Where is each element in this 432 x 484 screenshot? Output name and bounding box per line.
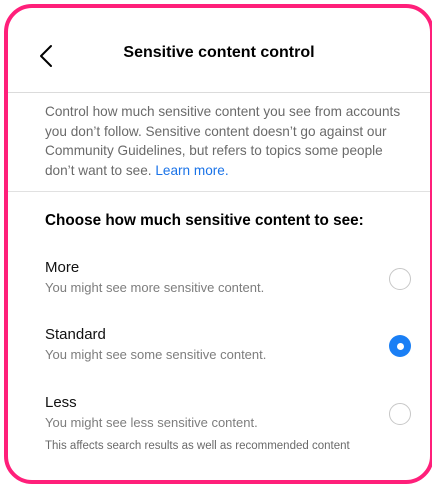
- option-label: Standard: [45, 326, 106, 343]
- radio-more[interactable]: [389, 268, 411, 290]
- learn-more-link[interactable]: Learn more.: [155, 163, 228, 178]
- option-more[interactable]: More You might see more sensitive conten…: [8, 259, 430, 311]
- radio-standard[interactable]: [389, 335, 411, 357]
- header: Sensitive content control: [8, 8, 430, 93]
- option-sublabel: You might see more sensitive content.: [45, 280, 265, 295]
- option-label: Less: [45, 394, 77, 411]
- option-standard[interactable]: Standard You might see some sensitive co…: [8, 326, 430, 378]
- divider: [8, 191, 430, 192]
- option-sublabel: You might see less sensitive content.: [45, 415, 258, 430]
- footer-note: This affects search results as well as r…: [45, 440, 350, 452]
- phone-frame: Sensitive content control Control how mu…: [4, 4, 432, 484]
- description: Control how much sensitive content you s…: [45, 102, 407, 180]
- section-title: Choose how much sensitive content to see…: [45, 212, 364, 229]
- radio-less[interactable]: [389, 403, 411, 425]
- option-sublabel: You might see some sensitive content.: [45, 347, 267, 362]
- page-title: Sensitive content control: [123, 44, 315, 61]
- option-label: More: [45, 259, 80, 276]
